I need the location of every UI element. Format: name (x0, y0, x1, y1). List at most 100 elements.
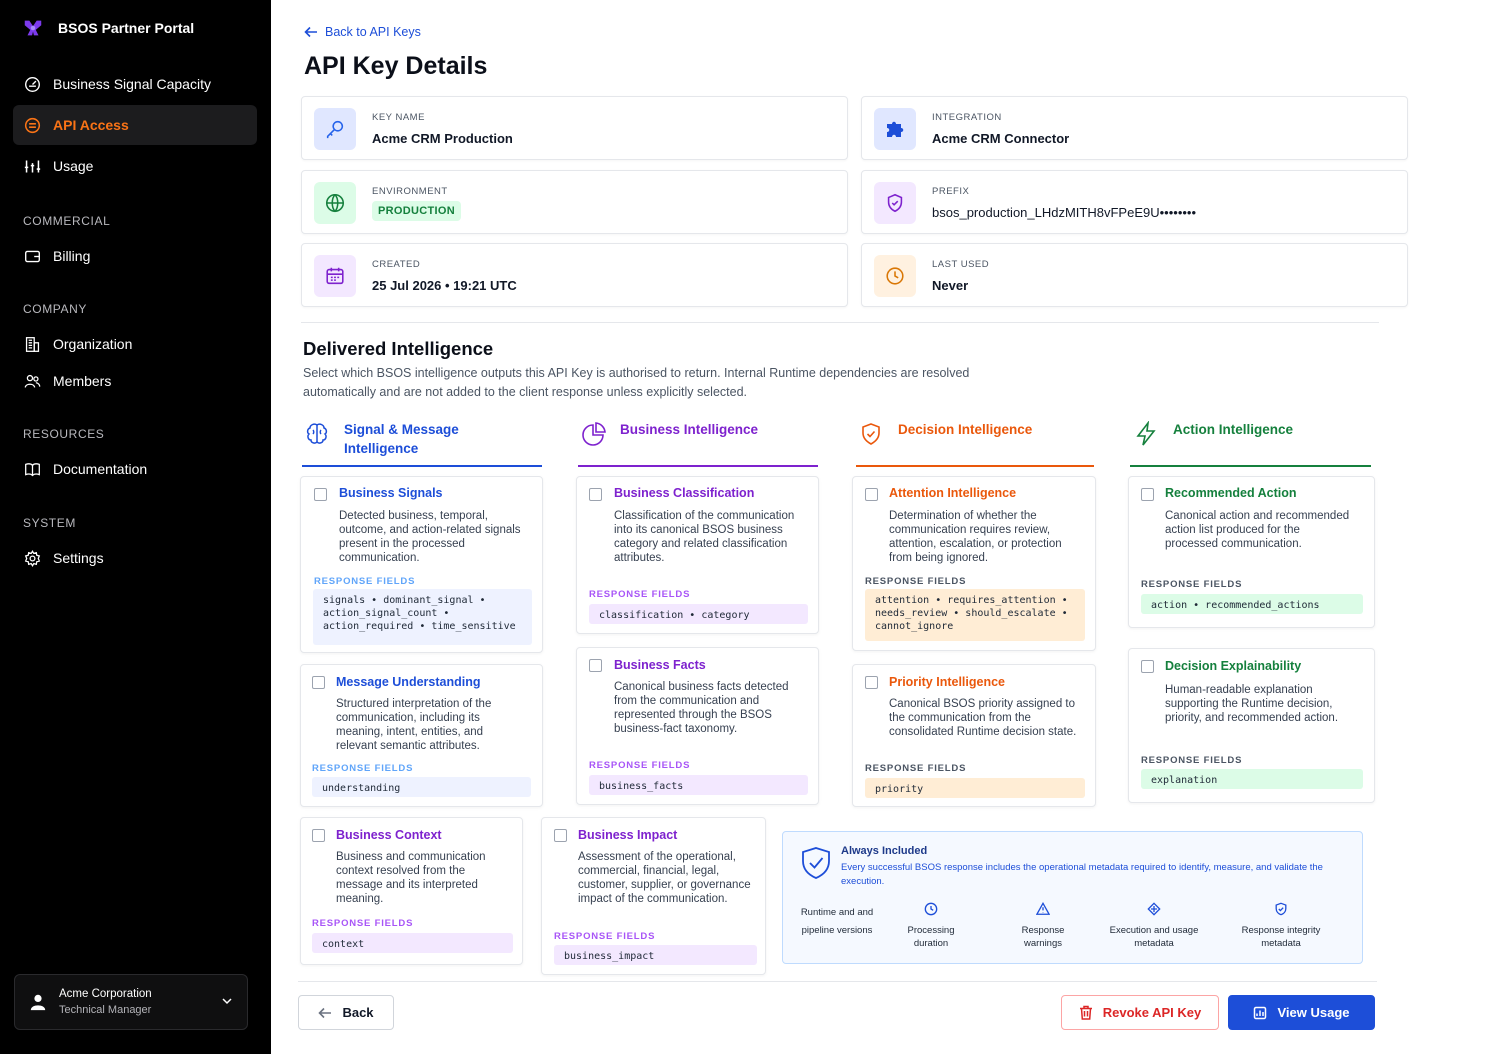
card-business-context[interactable]: Business Context Business and communicat… (300, 817, 523, 965)
key-tile (314, 108, 356, 150)
brain-icon (306, 423, 328, 444)
recommended-action-checkbox[interactable] (1141, 488, 1154, 501)
card-title: Business Signals (339, 486, 443, 500)
nav-api-access[interactable]: API Access (13, 105, 257, 145)
card-priority-intelligence[interactable]: Priority Intelligence Canonical BSOS pri… (852, 664, 1096, 807)
response-fields-value: understanding (312, 777, 531, 797)
card-business-classification[interactable]: Business Classification Classification o… (576, 476, 819, 634)
footer-divider (298, 981, 1377, 982)
attention-intelligence-checkbox[interactable] (865, 488, 878, 501)
api-icon (23, 116, 41, 134)
nav-label: Usage (53, 158, 94, 174)
column-title: Decision Intelligence (898, 422, 1033, 437)
card-message-understanding[interactable]: Message Understanding Structured interpr… (300, 664, 543, 807)
divider (301, 322, 1379, 323)
warning-triangle-icon (1036, 902, 1050, 915)
back-button[interactable]: Back (298, 995, 394, 1030)
view-usage-label: View Usage (1277, 1005, 1350, 1020)
response-fields-value: priority (865, 778, 1085, 798)
created-label: CREATED (372, 259, 421, 270)
key-icon (326, 120, 344, 139)
card-decision-explainability[interactable]: Decision Explainability Human-readable e… (1128, 648, 1375, 803)
always-item-label: Execution and usage metadata (1109, 925, 1199, 949)
card-business-signals[interactable]: Business Signals Detected business, temp… (300, 476, 543, 653)
business-impact-checkbox[interactable] (554, 829, 567, 842)
section-company: COMPANY (23, 302, 87, 316)
section-resources: RESOURCES (23, 427, 105, 441)
response-fields-value: action • recommended_actions (1141, 594, 1363, 614)
column-underline (856, 465, 1094, 467)
card-business-facts[interactable]: Business Facts Canonical business facts … (576, 647, 819, 805)
business-facts-checkbox[interactable] (589, 659, 602, 672)
always-item-execution: Execution and usage metadata (1099, 902, 1209, 950)
created-card: CREATED 25 Jul 2026 • 19:21 UTC (301, 243, 848, 307)
revoke-api-key-button[interactable]: Revoke API Key (1061, 995, 1219, 1030)
lightning-icon (1136, 421, 1156, 446)
back-to-api-keys-link[interactable]: Back to API Keys (304, 25, 421, 39)
wallet-icon (23, 247, 41, 265)
nav-settings[interactable]: Settings (13, 538, 257, 578)
nav-documentation[interactable]: Documentation (13, 449, 257, 489)
decision-explainability-checkbox[interactable] (1141, 660, 1154, 673)
response-fields-label: RESPONSE FIELDS (312, 918, 414, 929)
key-name-value: Acme CRM Production (372, 131, 513, 146)
card-description: Assessment of the operational, commercia… (578, 851, 751, 905)
brand[interactable]: BSOS Partner Portal (22, 17, 194, 39)
environment-badge: PRODUCTION (372, 201, 461, 221)
key-name-card: KEY NAME Acme CRM Production (301, 96, 848, 160)
card-description: Classification of the communication into… (614, 510, 795, 564)
card-description: Structured interpretation of the communi… (336, 698, 492, 752)
brand-logo-icon (24, 20, 42, 36)
card-title: Recommended Action (1165, 486, 1297, 500)
nav-organization[interactable]: Organization (13, 324, 257, 364)
last-used-label: LAST USED (932, 259, 990, 270)
response-fields-label: RESPONSE FIELDS (312, 763, 414, 774)
integration-label: INTEGRATION (932, 112, 1002, 123)
business-classification-checkbox[interactable] (589, 488, 602, 501)
card-title: Business Context (336, 828, 442, 842)
response-fields-label: RESPONSE FIELDS (589, 760, 691, 771)
message-understanding-checkbox[interactable] (312, 676, 325, 689)
nav-members[interactable]: Members (13, 361, 257, 401)
business-signals-checkbox[interactable] (314, 488, 327, 501)
card-recommended-action[interactable]: Recommended Action Canonical action and … (1128, 476, 1375, 628)
nav-label: Organization (53, 336, 133, 352)
card-business-impact[interactable]: Business Impact Assessment of the operat… (541, 817, 766, 975)
nav-business-signal-capacity[interactable]: Business Signal Capacity (13, 64, 257, 104)
column-action: Action Intelligence (1131, 420, 1371, 468)
prefix-tile (874, 182, 916, 224)
always-item-label: Response warnings (1021, 925, 1065, 949)
card-description: Detected business, temporal, outcome, an… (339, 510, 521, 564)
response-fields-label: RESPONSE FIELDS (1141, 755, 1243, 766)
nav-label: Members (53, 373, 112, 389)
nav-label: Business Signal Capacity (53, 76, 211, 92)
nav-usage[interactable]: Usage (13, 146, 257, 186)
card-title: Business Impact (578, 828, 678, 842)
always-item-warnings: Response warnings (988, 902, 1098, 950)
main-content: Back to API Keys API Key Details KEY NAM… (271, 0, 1492, 1054)
section-commercial: COMMERCIAL (23, 214, 111, 228)
column-underline (578, 465, 818, 467)
column-title: Business Intelligence (620, 422, 759, 437)
chevron-down-icon (222, 998, 232, 1005)
response-fields-value: explanation (1141, 769, 1363, 789)
response-fields-label: RESPONSE FIELDS (314, 576, 416, 587)
card-description: Canonical action and recommended action … (1165, 510, 1350, 550)
card-description: Business and communication context resol… (336, 851, 486, 905)
card-attention-intelligence[interactable]: Attention Intelligence Determination of … (852, 476, 1096, 651)
shield-icon (1275, 902, 1287, 916)
last-used-card: LAST USED Never (861, 243, 1408, 307)
usage-icon (1254, 1006, 1267, 1019)
account-switcher[interactable]: Acme Corporation Technical Manager (14, 974, 248, 1030)
always-item-label: Response integrity metadata (1241, 925, 1321, 949)
view-usage-button[interactable]: View Usage (1228, 995, 1375, 1030)
page-title: API Key Details (304, 52, 488, 80)
puzzle-icon (887, 121, 904, 137)
arrow-left-icon (318, 1007, 332, 1018)
priority-intelligence-checkbox[interactable] (865, 676, 878, 689)
environment-tile (314, 182, 356, 224)
always-item-label: Runtime and and pipeline versions (800, 907, 874, 936)
nav-billing[interactable]: Billing (13, 236, 257, 276)
business-context-checkbox[interactable] (312, 829, 325, 842)
gem-icon (1147, 902, 1161, 916)
